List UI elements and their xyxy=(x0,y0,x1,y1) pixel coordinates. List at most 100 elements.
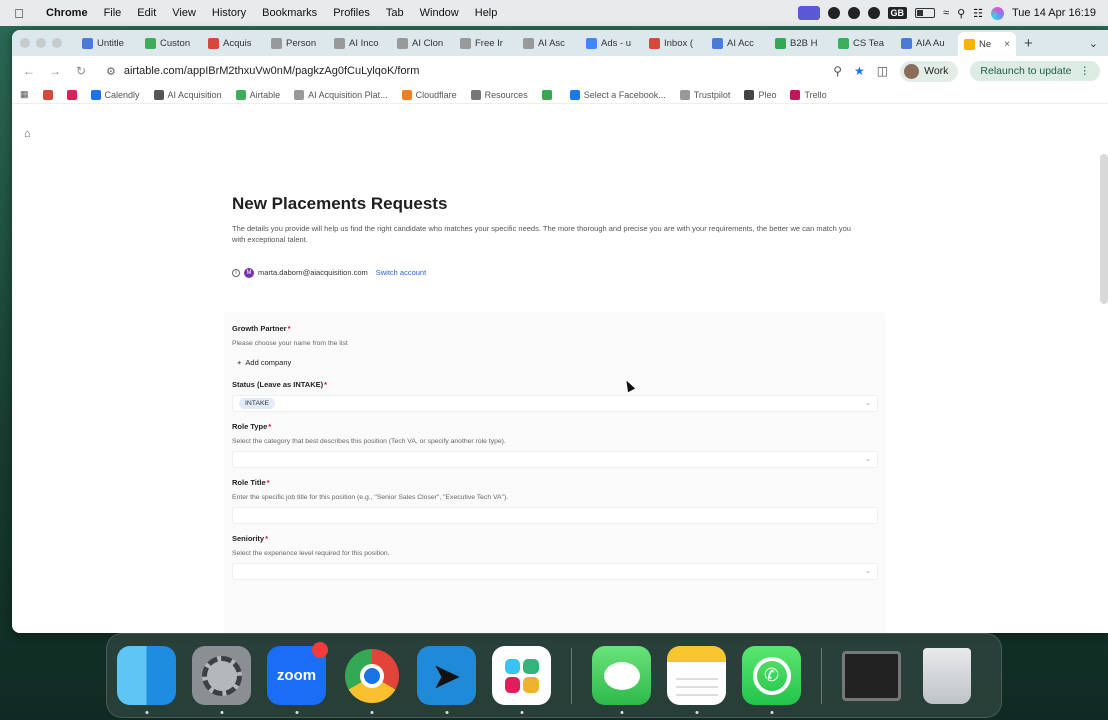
browser-tab[interactable]: Person xyxy=(265,33,328,53)
apple-icon[interactable]:  xyxy=(0,6,38,21)
bookmark-label: Select a Facebook... xyxy=(583,89,666,100)
role-title-input[interactable] xyxy=(232,507,878,524)
wifi-icon[interactable]: ≈ xyxy=(943,7,949,19)
menu-view[interactable]: View xyxy=(164,7,204,19)
seniority-select[interactable]: ⌄ xyxy=(232,563,878,580)
bookmark-item[interactable]: Calendly xyxy=(90,89,140,100)
tab-label: Person xyxy=(286,37,317,49)
bookmark-item[interactable]: Pleo xyxy=(744,89,777,100)
zoom-icon[interactable]: ⚲ xyxy=(833,64,842,78)
siri-icon[interactable] xyxy=(991,6,1004,20)
browser-tab[interactable]: Custon xyxy=(139,33,202,53)
dock-screen-thumbnail[interactable] xyxy=(842,646,901,705)
menu-bookmarks[interactable]: Bookmarks xyxy=(254,7,325,19)
menu-window[interactable]: Window xyxy=(412,7,467,19)
address-bar[interactable]: ⚙ airtable.com/appIBrM2thxuVw0nM/pagkzAg… xyxy=(98,59,825,83)
tab-favicon-icon xyxy=(523,37,534,49)
bookmark-favicon-icon xyxy=(541,89,552,100)
browser-tab[interactable]: B2B H xyxy=(769,33,832,53)
dock-finder[interactable] xyxy=(117,646,176,714)
menu-tab[interactable]: Tab xyxy=(378,7,412,19)
app-status-icon[interactable] xyxy=(847,7,860,19)
menu-app-name[interactable]: Chrome xyxy=(38,7,96,19)
reload-button[interactable]: ↻ xyxy=(72,64,90,78)
add-company-label: Add company xyxy=(245,358,292,367)
dock-whatsapp[interactable]: ✆ xyxy=(742,646,801,714)
browser-tab[interactable]: Ne × xyxy=(958,32,1016,56)
menu-history[interactable]: History xyxy=(204,7,254,19)
browser-tab[interactable]: CS Tea xyxy=(832,33,895,53)
bookmark-item[interactable]: Trello xyxy=(790,89,827,100)
site-info-icon[interactable]: ⚙ xyxy=(106,65,116,78)
menu-profiles[interactable]: Profiles xyxy=(325,7,378,19)
bookmark-label: Pleo xyxy=(758,89,777,100)
battery-icon[interactable] xyxy=(915,8,936,18)
new-tab-button[interactable]: + xyxy=(1024,35,1033,52)
browser-tab[interactable]: AI Clon xyxy=(391,33,454,53)
user-icon[interactable] xyxy=(867,7,880,19)
browser-tab[interactable]: AI Asc xyxy=(517,33,580,53)
spotlight-search-icon[interactable]: ⚲ xyxy=(957,7,965,20)
more-menu-icon[interactable]: ⋮ xyxy=(1080,65,1091,77)
bookmark-item[interactable]: AI Acquisition xyxy=(153,89,222,100)
relaunch-button[interactable]: Relaunch to update ⋮ xyxy=(970,61,1100,81)
browser-tab[interactable]: Free Ir xyxy=(454,33,517,53)
bookmark-item[interactable]: Airtable xyxy=(235,89,280,100)
minimize-window-button[interactable] xyxy=(36,38,46,48)
browser-tab[interactable]: Inbox ( xyxy=(643,33,706,53)
record-icon[interactable] xyxy=(827,7,840,19)
bookmark-item[interactable]: AI Acquisition Plat... xyxy=(294,89,388,100)
bookmark-item[interactable]: Resources xyxy=(470,89,528,100)
browser-toolbar: ← → ↻ ⚙ airtable.com/appIBrM2thxuVw0nM/p… xyxy=(12,56,1108,86)
bookmark-item[interactable] xyxy=(541,89,556,100)
browser-tab[interactable]: AI Acc xyxy=(706,33,769,53)
bookmark-item[interactable]: Cloudflare xyxy=(401,89,457,100)
dock-zoom[interactable]: zoom xyxy=(267,642,328,714)
browser-tab[interactable]: AI Inco xyxy=(328,33,391,53)
browser-tab[interactable]: AIA Au xyxy=(895,33,958,53)
menu-help[interactable]: Help xyxy=(467,7,506,19)
dock-messages[interactable] xyxy=(592,646,651,714)
switch-account-link[interactable]: Switch account xyxy=(376,268,426,277)
keyboard-layout[interactable]: GB xyxy=(887,7,908,19)
apps-grid-icon[interactable]: ▦ xyxy=(20,89,29,100)
bookmark-label: Trello xyxy=(804,89,827,100)
browser-tab[interactable]: Acquis xyxy=(202,33,265,53)
dock-chrome[interactable] xyxy=(342,646,401,714)
menu-edit[interactable]: Edit xyxy=(129,7,164,19)
browser-tab[interactable]: Ads - u xyxy=(580,33,643,53)
home-icon[interactable]: ⌂ xyxy=(24,128,31,140)
role-type-select[interactable]: ⌄ xyxy=(232,451,878,468)
close-tab-icon[interactable]: × xyxy=(1004,39,1010,50)
bookmark-star-icon[interactable]: ★ xyxy=(854,64,865,78)
profile-button[interactable]: Work xyxy=(900,60,959,82)
zoom-window-button[interactable] xyxy=(52,38,62,48)
add-company-button[interactable]: + Add company xyxy=(232,355,296,370)
close-window-button[interactable] xyxy=(20,38,30,48)
status-select[interactable]: INTAKE ⌄ xyxy=(232,395,878,412)
dock-slack[interactable] xyxy=(492,646,551,714)
role-title-help: Enter the specific job title for this po… xyxy=(232,494,509,501)
dock-trash[interactable] xyxy=(917,646,976,705)
extensions-icon[interactable]: ◫ xyxy=(877,64,888,78)
bookmark-favicon-icon xyxy=(235,89,246,100)
gmail-bookmark[interactable] xyxy=(42,89,53,100)
menu-datetime[interactable]: Tue 14 Apr 16:19 xyxy=(1012,7,1096,19)
dock-notes[interactable] xyxy=(667,646,726,714)
tab-favicon-icon xyxy=(712,37,723,49)
page-scrollbar[interactable] xyxy=(1100,154,1108,304)
forward-button[interactable]: → xyxy=(46,64,64,78)
control-center-icon[interactable]: ☷ xyxy=(973,7,983,20)
dock-system-settings[interactable] xyxy=(192,646,251,714)
browser-tab[interactable]: Untitle xyxy=(76,33,139,53)
tab-list: Untitle Custon Acquis Person AI Inco AI Clon F… xyxy=(76,30,1016,56)
menu-file[interactable]: File xyxy=(96,7,130,19)
back-button[interactable]: ← xyxy=(20,64,38,78)
dock-arrow-app[interactable]: ➤ xyxy=(417,646,476,714)
bookmark-favicon-icon xyxy=(153,89,164,100)
tab-search-icon[interactable]: ⌄ xyxy=(1089,37,1098,50)
bookmark-item[interactable]: Trustpilot xyxy=(679,89,730,100)
bookmark-item[interactable]: Select a Facebook... xyxy=(569,89,666,100)
screen-share-icon[interactable] xyxy=(797,6,820,20)
slack-bookmark[interactable] xyxy=(66,89,77,100)
